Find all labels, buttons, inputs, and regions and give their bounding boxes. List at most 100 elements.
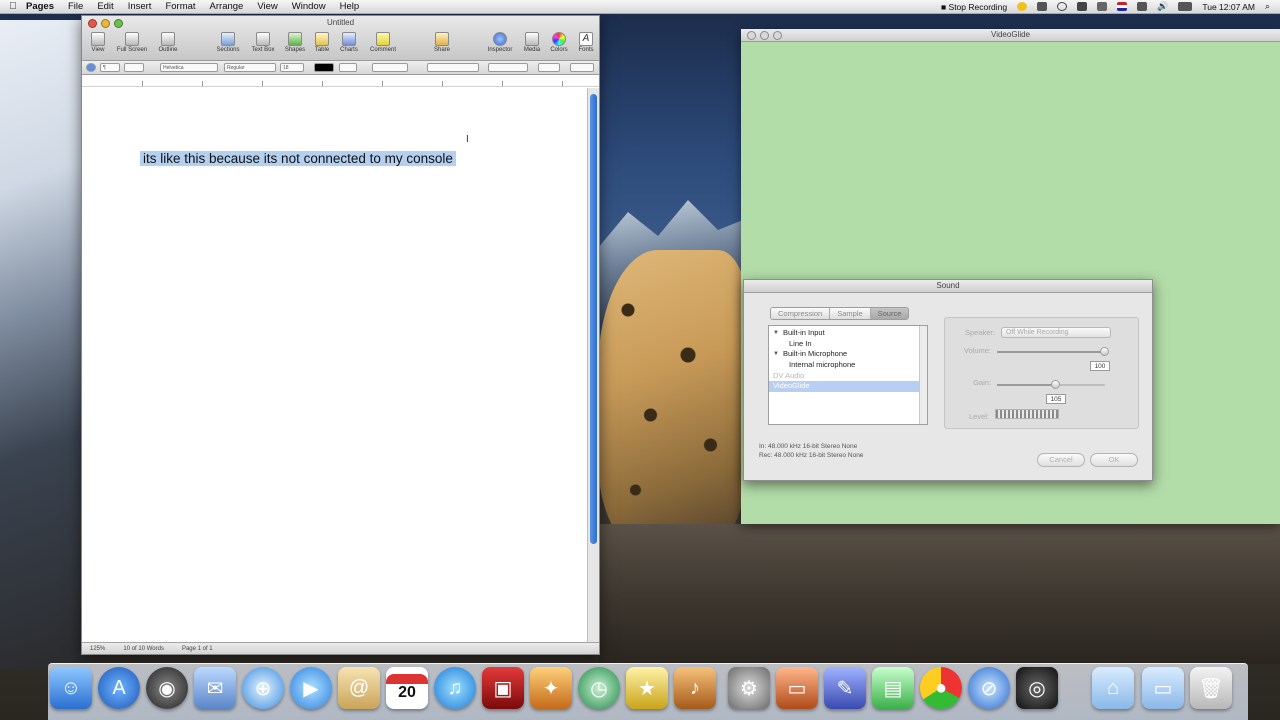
bold-italic-underline-group[interactable] — [372, 63, 408, 72]
numbers-icon[interactable]: ▤ — [872, 667, 914, 709]
source-item-videoglide[interactable]: VideoGlide — [769, 381, 927, 393]
address-book-icon[interactable]: @ — [338, 667, 380, 709]
menu-file[interactable]: File — [68, 1, 83, 12]
tab-sample[interactable]: Sample — [830, 308, 871, 319]
menu-edit[interactable]: Edit — [97, 1, 113, 12]
gain-value[interactable]: 105 — [1046, 394, 1066, 404]
imovie-icon[interactable]: ★ — [626, 667, 668, 709]
source-list[interactable]: ▼ Built-in Input Line In ▼ Built-in Microp… — [768, 325, 928, 425]
gain-slider-knob[interactable] — [1051, 380, 1060, 389]
paragraph-style-select[interactable]: ¶ — [100, 63, 120, 72]
ok-button[interactable]: OK — [1090, 453, 1138, 467]
dashboard-icon[interactable]: ◉ — [146, 667, 188, 709]
menu-view[interactable]: View — [257, 1, 277, 12]
applications-folder-icon[interactable]: ⌂ — [1092, 667, 1134, 709]
time-machine-dock-icon[interactable]: ◷ — [578, 667, 620, 709]
ruler[interactable] — [82, 75, 599, 87]
text-color-well[interactable] — [314, 63, 334, 72]
volume-value[interactable]: 100 — [1090, 361, 1110, 371]
menu-arrange[interactable]: Arrange — [210, 1, 244, 12]
network-icon[interactable]: ⊘ — [968, 667, 1010, 709]
app-icon[interactable]: ✎ — [824, 667, 866, 709]
menu-format[interactable]: Format — [165, 1, 195, 12]
tab-compression[interactable]: Compression — [771, 308, 831, 319]
mail-icon[interactable]: ✉ — [194, 667, 236, 709]
bluetooth-icon[interactable] — [1077, 2, 1088, 11]
text-wrap-select[interactable] — [570, 63, 594, 72]
disclosure-triangle-icon[interactable]: ▼ — [773, 328, 779, 339]
toolbar-sections-button[interactable]: Sections — [208, 30, 248, 53]
line-spacing-select[interactable] — [488, 63, 528, 72]
system-preferences-icon[interactable]: ⚙ — [728, 667, 770, 709]
columns-select[interactable] — [538, 63, 560, 72]
shapes-icon — [288, 32, 302, 46]
typeface-select[interactable]: Regular — [224, 63, 276, 72]
source-item-line-in[interactable]: Line In — [769, 339, 927, 350]
alignment-group[interactable] — [427, 63, 479, 72]
keynote-icon[interactable]: ▭ — [776, 667, 818, 709]
battery-icon[interactable] — [1178, 2, 1193, 11]
source-item-internal-microphone[interactable]: Internal microphone — [769, 360, 927, 371]
ruler-tick — [202, 81, 203, 86]
documents-folder-icon[interactable]: ▭ — [1142, 667, 1184, 709]
menu-window[interactable]: Window — [292, 1, 326, 12]
cancel-button[interactable]: Cancel — [1037, 453, 1085, 467]
toolbar-outline-button[interactable]: Outline — [148, 30, 188, 53]
camera-app-icon[interactable]: ◎ — [1016, 667, 1058, 709]
menu-insert[interactable]: Insert — [128, 1, 152, 12]
iphoto-icon[interactable]: ✦ — [530, 667, 572, 709]
volume-slider[interactable] — [997, 347, 1109, 356]
volume-icon[interactable]: 🔊 — [1157, 1, 1168, 12]
toolbar-share-button[interactable]: Share — [422, 30, 462, 53]
input-format-info: In: 48.000 kHz 16-bit Stereo None — [759, 443, 858, 450]
stop-recording-item[interactable]: ■ Stop Recording — [941, 2, 1007, 12]
status-bar: 125% 10 of 10 Words Page 1 of 1 — [82, 642, 599, 654]
wifi-icon[interactable] — [1137, 2, 1148, 11]
calendar-icon[interactable]: 20 — [386, 667, 428, 709]
gain-slider[interactable] — [997, 380, 1105, 389]
scrollbar-thumb[interactable] — [590, 94, 597, 544]
zoom-select[interactable]: 125% — [90, 646, 105, 652]
disclosure-triangle-icon[interactable]: ▼ — [773, 349, 779, 360]
safari-icon[interactable]: ⊕ — [242, 667, 284, 709]
toolbar-fonts-button[interactable]: A Fonts — [566, 30, 606, 53]
vertical-scrollbar[interactable] — [587, 88, 599, 642]
source-list-scrollbar[interactable] — [919, 326, 927, 424]
source-label: Built-in Microphone — [783, 349, 848, 359]
finder-icon[interactable]: ☺ — [50, 667, 92, 709]
menu-app-name[interactable]: Pages — [26, 1, 54, 12]
font-family-select[interactable]: Helvetica — [160, 63, 218, 72]
list-style-select[interactable] — [124, 63, 144, 72]
document-body-text[interactable]: its like this because its not connected … — [140, 151, 456, 166]
highlight-color-well[interactable] — [339, 63, 357, 72]
menu-clock[interactable]: Tue 12:07 AM — [1202, 2, 1255, 12]
photo-booth-icon[interactable]: ▣ — [482, 667, 524, 709]
toolbar-fullscreen-button[interactable]: Full Screen — [112, 30, 152, 53]
facetime-icon[interactable]: ▶ — [290, 667, 332, 709]
volume-slider-knob[interactable] — [1100, 347, 1109, 356]
app-store-icon[interactable]: A — [98, 667, 140, 709]
tab-source[interactable]: Source — [870, 308, 909, 319]
source-controls-panel: Speaker: Off While Recording Volume: 100… — [944, 317, 1139, 429]
time-machine-icon[interactable] — [1057, 2, 1068, 11]
styles-drawer-button[interactable] — [86, 63, 96, 72]
source-item-built-in-input[interactable]: ▼ Built-in Input — [769, 328, 927, 339]
document-page[interactable]: I its like this because its not connecte… — [82, 88, 587, 642]
font-size-select[interactable]: 18 — [280, 63, 304, 72]
menu-help[interactable]: Help — [340, 1, 360, 12]
display-icon[interactable] — [1097, 2, 1108, 11]
source-item-built-in-microphone[interactable]: ▼ Built-in Microphone — [769, 349, 927, 360]
garageband-icon[interactable]: ♪ — [674, 667, 716, 709]
chrome-icon[interactable]: ● — [920, 667, 962, 709]
speaker-select[interactable]: Off While Recording — [1001, 327, 1111, 338]
itunes-icon[interactable]: ♫ — [434, 667, 476, 709]
notification-icon[interactable] — [1017, 2, 1028, 11]
trash-icon[interactable]: 🗑 — [1190, 667, 1232, 709]
charts-icon — [342, 32, 356, 46]
menu-extra-icon[interactable] — [1037, 2, 1048, 11]
speaker-label: Speaker: — [964, 328, 995, 337]
apple-menu-icon[interactable]:  — [0, 1, 26, 12]
spotlight-search-icon[interactable]: ⌕ — [1265, 1, 1270, 12]
input-flag-icon[interactable] — [1117, 2, 1128, 11]
toolbar-comment-button[interactable]: Comment — [363, 30, 403, 53]
